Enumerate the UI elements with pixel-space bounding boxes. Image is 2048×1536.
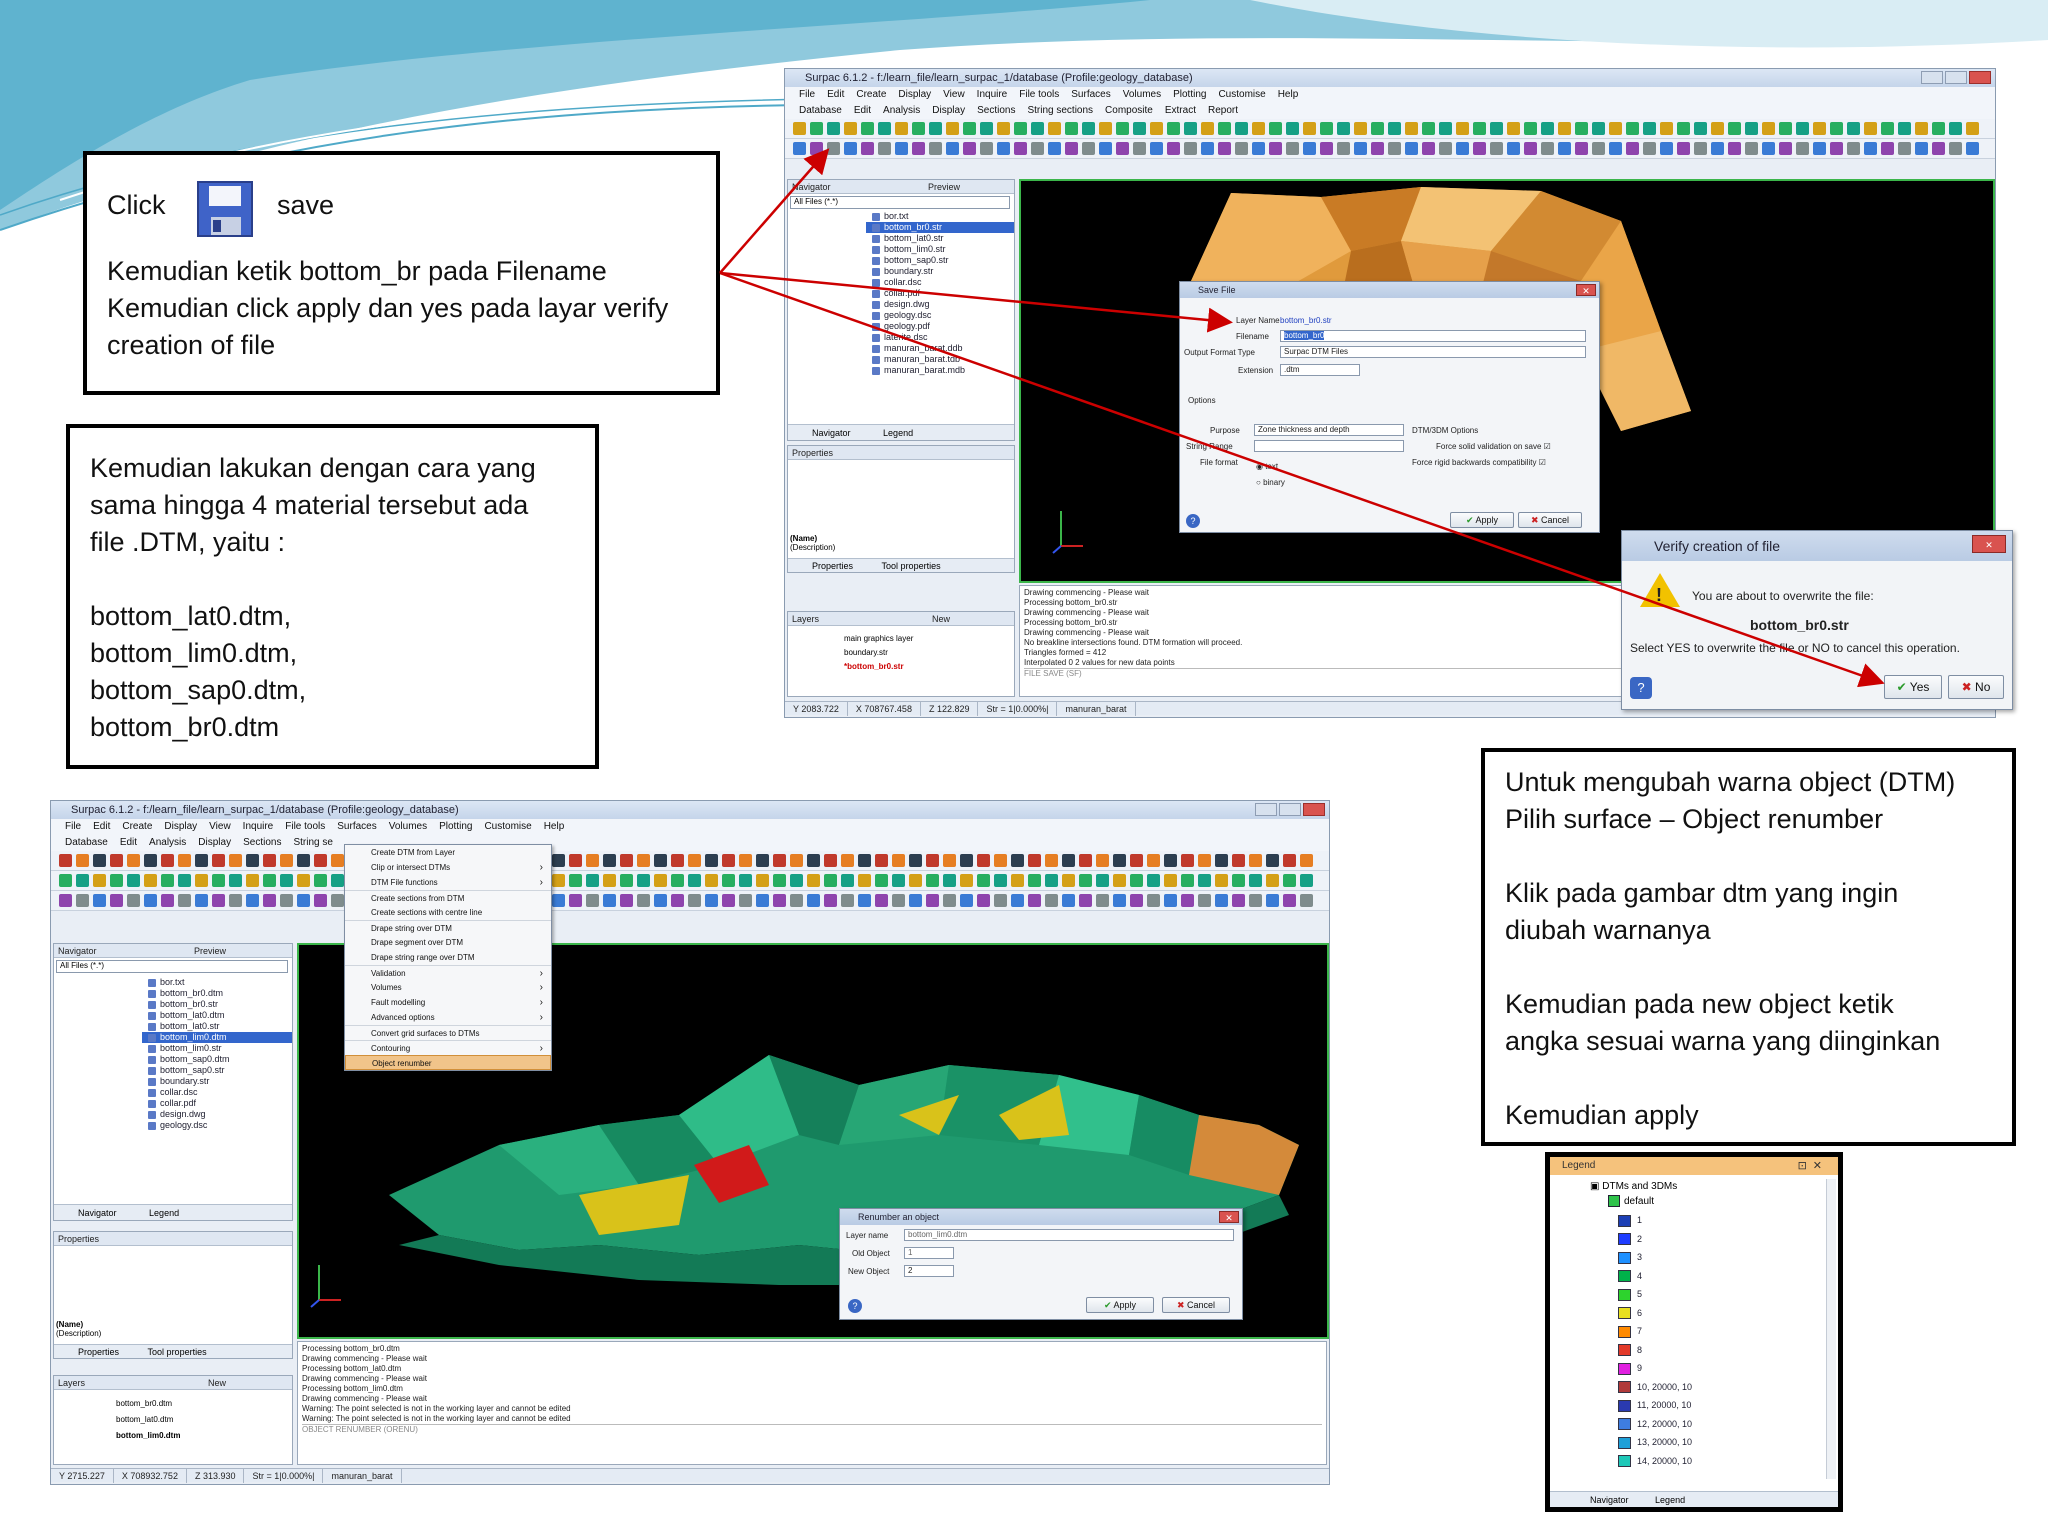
callout-arrows <box>719 148 1885 688</box>
arrow-to-filename <box>719 271 1233 333</box>
arrow-to-save-toolbar <box>719 148 830 274</box>
arrow-to-yes-button <box>719 271 1885 688</box>
